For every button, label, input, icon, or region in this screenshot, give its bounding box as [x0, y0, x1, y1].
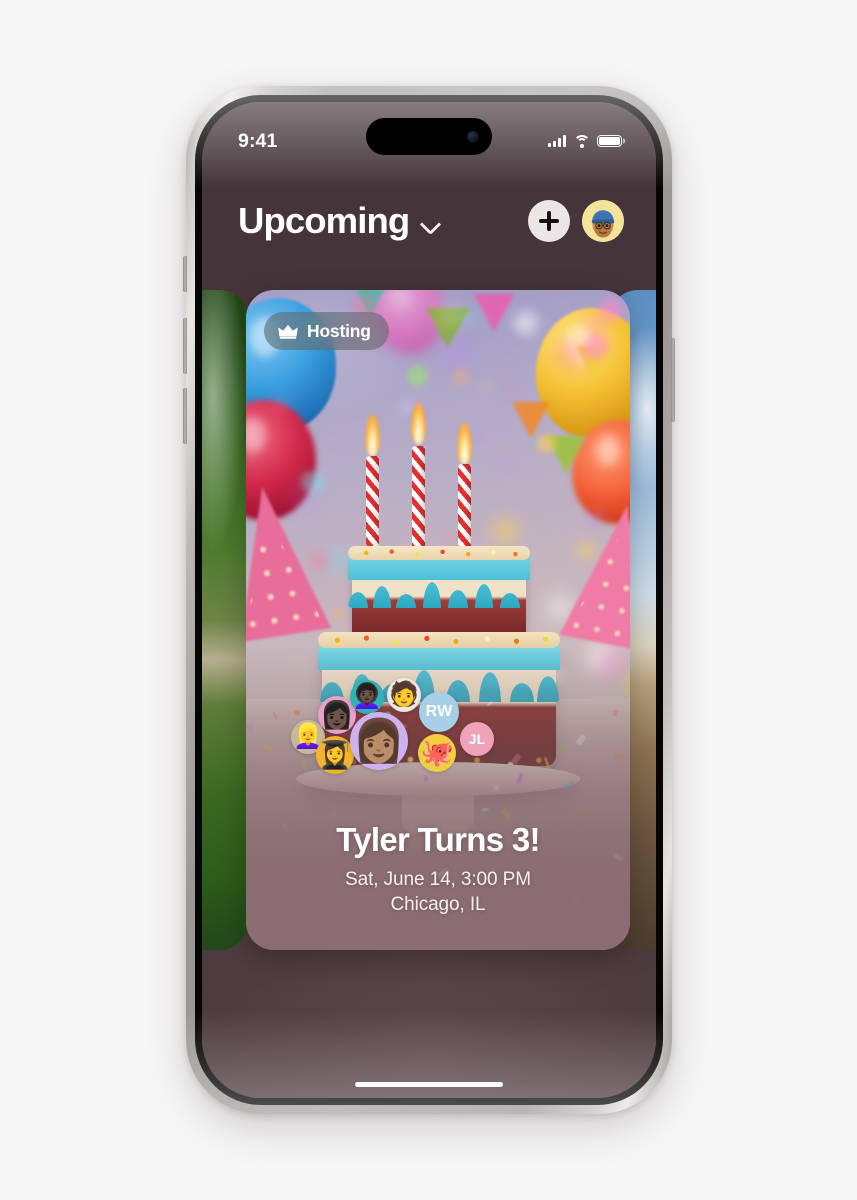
header-actions: [528, 200, 624, 242]
bokeh-dot: [462, 310, 475, 323]
bokeh-dot: [582, 333, 610, 361]
candle-flame-3: [457, 422, 472, 464]
add-event-button[interactable]: [528, 200, 570, 242]
attendee-7-initials: JL: [468, 731, 486, 747]
action-button[interactable]: [183, 256, 187, 292]
candle-1: [366, 456, 379, 560]
bokeh-dot: [599, 404, 607, 412]
battery-fill: [599, 137, 620, 145]
volume-up-button[interactable]: [183, 318, 187, 374]
chevron-down-icon[interactable]: [421, 215, 441, 235]
attendee-8[interactable]: 🐙: [418, 734, 456, 772]
attendee-host-memoji: 👩🏽: [352, 717, 406, 764]
hosting-badge: Hosting: [264, 312, 389, 350]
page-title: Upcoming: [238, 200, 410, 241]
device-screen: 9:41 Upcoming: [202, 102, 656, 1098]
bokeh-dot: [407, 366, 428, 386]
memoji-avatar-icon: [582, 200, 624, 242]
candle-2: [412, 446, 425, 550]
bunting-flag-pink: [474, 294, 514, 332]
home-indicator[interactable]: [355, 1081, 503, 1087]
event-datetime: Sat, June 14, 3:00 PM: [345, 869, 531, 890]
attendee-3[interactable]: 👩‍🎓: [316, 736, 354, 774]
hosting-badge-label: Hosting: [307, 320, 371, 341]
attendee-3-memoji: 👩‍🎓: [318, 739, 352, 770]
attendee-8-memoji: 🐙: [420, 737, 454, 768]
bokeh-dot: [556, 338, 586, 368]
carousel-peek-card-left[interactable]: [202, 290, 248, 950]
attendee-6[interactable]: RW: [419, 692, 459, 732]
bokeh-dot: [600, 298, 623, 321]
wifi-icon: [573, 134, 590, 148]
cellular-signal-icon: [548, 135, 566, 147]
crown-icon: [278, 324, 298, 339]
attendee-5[interactable]: 🧑: [387, 678, 421, 712]
bokeh-dot: [482, 381, 490, 389]
device-bezel: 9:41 Upcoming: [195, 95, 663, 1105]
battery-icon: [597, 134, 622, 148]
cake-tier-top-sprinkles: [348, 546, 530, 560]
events-carousel[interactable]: Hosting 👱‍♀️ 👩🏿 👩‍🎓 👩🏿‍🦱 🧑 👩🏽 RW JL 🐙 Tyler Turn…: [202, 278, 656, 968]
iphone-device-frame: 9:41 Upcoming: [183, 86, 675, 1114]
attendee-2-memoji: 👩🏿: [320, 699, 354, 730]
event-location: Chicago, IL: [390, 894, 486, 915]
bokeh-dot: [275, 397, 288, 410]
attendee-4[interactable]: 👩🏿‍🦱: [350, 680, 384, 714]
attendee-avatar-cluster[interactable]: 👱‍♀️ 👩🏿 👩‍🎓 👩🏿‍🦱 🧑 👩🏽 RW JL 🐙: [246, 674, 630, 774]
attendee-5-memoji: 🧑: [389, 681, 419, 708]
event-details: Tyler Turns 3! Sat, June 14, 3:00 PM Chi…: [246, 821, 630, 916]
power-button[interactable]: [671, 338, 675, 422]
attendee-7[interactable]: JL: [460, 722, 494, 756]
status-bar-time: 9:41: [238, 129, 278, 152]
profile-avatar[interactable]: [582, 200, 624, 242]
plus-icon: [539, 211, 559, 231]
garden-event-photo: [202, 290, 248, 950]
dynamic-island: [366, 118, 492, 155]
attendee-4-memoji: 👩🏿‍🦱: [352, 683, 382, 710]
volume-down-button[interactable]: [183, 388, 187, 444]
app-header: Upcoming: [202, 188, 656, 254]
candle-flame-1: [365, 414, 380, 456]
candle-flame-2: [411, 402, 426, 444]
status-bar-indicators: [548, 134, 622, 148]
attendee-host[interactable]: 👩🏽: [350, 712, 408, 770]
page-title-dropdown[interactable]: Upcoming: [238, 200, 441, 242]
event-title: Tyler Turns 3!: [336, 821, 540, 858]
attendee-6-initials: RW: [425, 703, 453, 720]
front-camera-icon: [467, 130, 479, 143]
event-card[interactable]: Hosting 👱‍♀️ 👩🏿 👩‍🎓 👩🏿‍🦱 🧑 👩🏽 RW JL 🐙 Tyler Turn…: [246, 290, 630, 950]
bokeh-dot: [441, 338, 471, 368]
